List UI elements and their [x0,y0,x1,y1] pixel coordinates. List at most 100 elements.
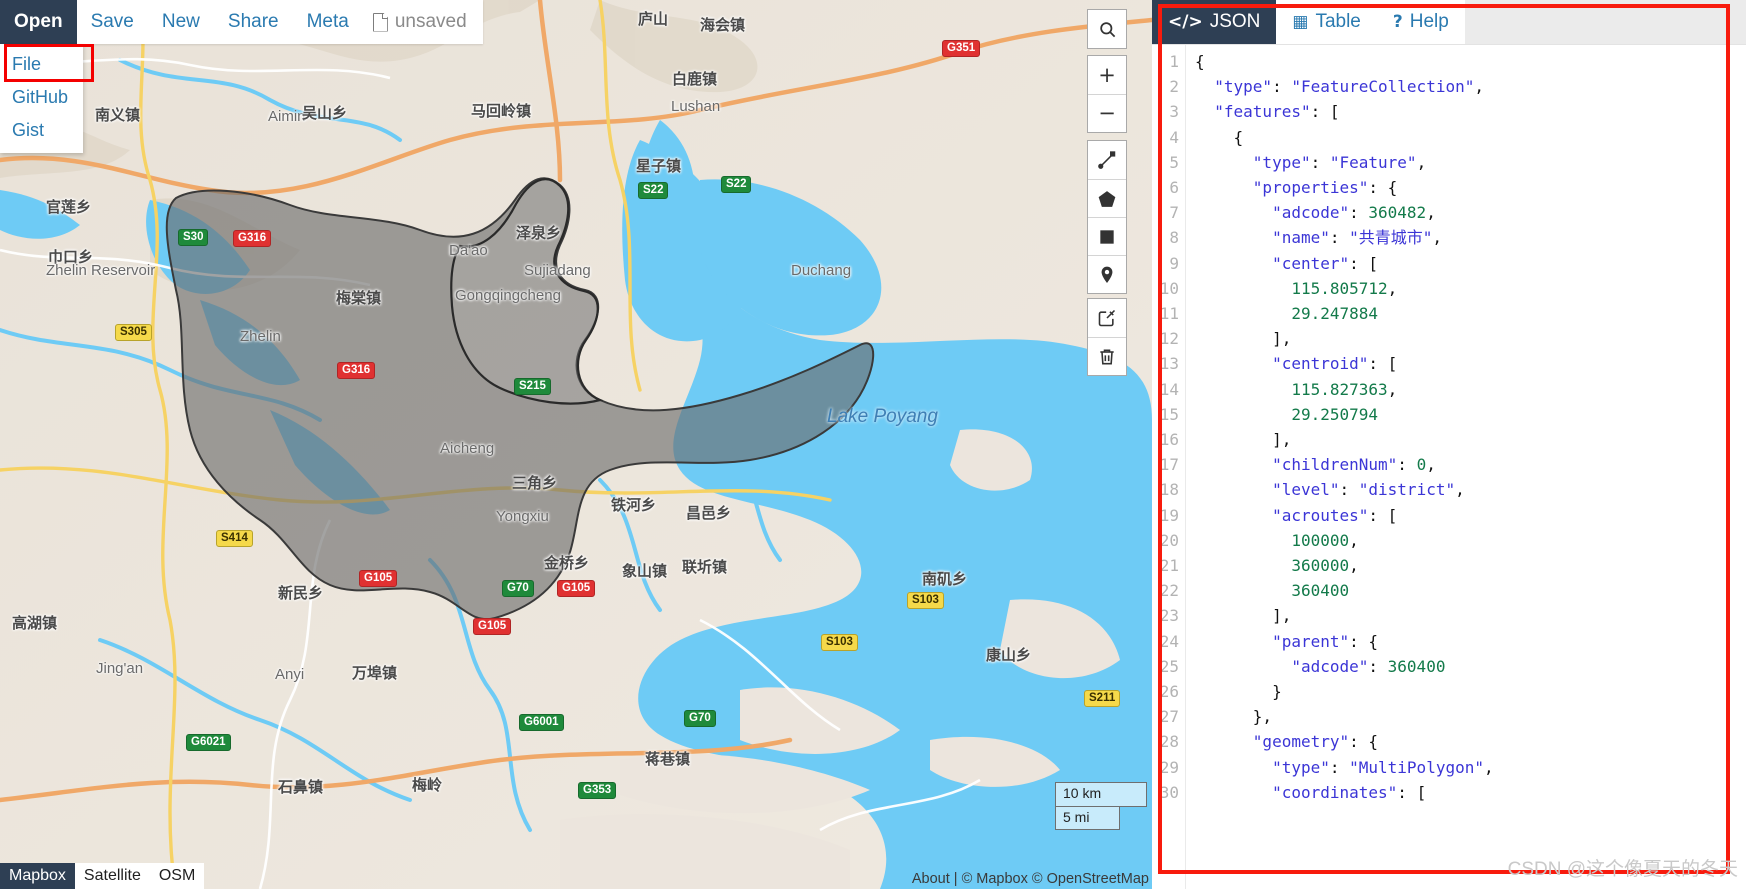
map-scale-bar: 10 km 5 mi [1055,782,1147,830]
code-line[interactable]: ], [1195,603,1746,628]
menu-item-new[interactable]: New [148,0,214,44]
map-edit-control[interactable] [1087,298,1127,376]
code-token: "properties" [1252,178,1369,198]
code-token: "centroid" [1272,354,1369,374]
map-attribution: About | © Mapbox © OpenStreetMap [912,871,1152,887]
map-zoom-control[interactable]: + − [1087,55,1127,133]
edit-icon[interactable] [1088,299,1126,337]
line-number: 11 [1159,304,1179,324]
code-line[interactable]: ], [1195,326,1746,351]
code-token: "childrenNum" [1272,455,1398,475]
line-icon[interactable] [1088,141,1126,179]
tab-json[interactable]: </> JSON [1152,0,1277,44]
json-editor[interactable]: 1 2 3 4 5 6 7 8 9 10 11 12 13 14 15 16 17 18 19 20 21 22 23 24 2… [1152,45,1746,889]
attribution-mapbox[interactable]: © Mapbox [962,871,1028,887]
code-token: 0 [1416,455,1427,475]
line-number: 22 [1159,581,1179,601]
code-token: "type" [1214,77,1273,97]
code-line[interactable]: 115.805712, [1195,276,1746,301]
code-icon: </> [1168,12,1203,32]
code-line[interactable]: "center": [ [1195,251,1746,276]
line-number: 19 [1159,505,1179,525]
code-token: 360000 [1291,556,1350,576]
code-line[interactable]: 360000, [1195,553,1746,578]
code-line[interactable]: "parent": { [1195,629,1746,654]
editor-code[interactable]: { "type": "FeatureCollection", "features… [1186,45,1746,889]
search-icon[interactable] [1088,10,1126,48]
line-number: 23 [1159,606,1179,626]
open-menu-item-gist[interactable]: Gist [0,114,83,147]
code-token: : [ [1368,354,1398,374]
rectangle-icon[interactable] [1088,217,1126,255]
attribution-osm[interactable]: © OpenStreetMap [1032,871,1149,887]
basemap-switcher[interactable]: Mapbox Satellite OSM [0,863,205,889]
code-line[interactable]: "type": "MultiPolygon", [1195,755,1746,780]
basemap-osm[interactable]: OSM [150,863,204,889]
code-line[interactable]: "type": "FeatureCollection", [1195,74,1746,99]
code-line[interactable]: "level": "district", [1195,477,1746,502]
zoom-in-button[interactable]: + [1088,56,1126,94]
code-line[interactable]: "adcode": 360400 [1195,654,1746,679]
code-token: : [1329,757,1350,777]
line-number: 21 [1159,556,1179,576]
attribution-separator: | [953,871,958,887]
code-line[interactable]: "properties": { [1195,175,1746,200]
polygon-icon[interactable] [1088,179,1126,217]
attribution-about[interactable]: About [912,871,950,887]
open-menu-item-file[interactable]: File [0,48,83,81]
code-line[interactable]: "adcode": 360482, [1195,200,1746,225]
code-line[interactable]: 29.247884 [1195,301,1746,326]
basemap-mapbox[interactable]: Mapbox [0,863,75,889]
code-token: : [1368,656,1388,676]
tab-table[interactable]: ▦ Table [1276,0,1376,44]
zoom-out-button[interactable]: − [1088,94,1126,132]
line-number: 1 [1169,52,1179,71]
code-line[interactable]: "centroid": [ [1195,351,1746,376]
code-line[interactable]: "name": "共青城市", [1195,225,1746,250]
tab-help[interactable]: ? Help [1377,0,1465,44]
map-draw-control[interactable] [1087,140,1127,294]
code-token: "district" [1358,480,1456,500]
code-line[interactable]: { [1195,125,1746,150]
code-line[interactable]: ], [1195,427,1746,452]
code-line[interactable]: "type": "Feature", [1195,150,1746,175]
code-line[interactable]: { [1195,49,1746,74]
open-dropdown-menu[interactable]: File GitHub Gist [0,44,83,154]
code-line[interactable]: "childrenNum": 0, [1195,452,1746,477]
code-line[interactable]: "acroutes": [ [1195,503,1746,528]
menu-item-open[interactable]: Open [0,0,77,44]
trash-icon[interactable] [1088,337,1126,375]
map-pane[interactable]: 庐山 海会镇 白鹿镇 Lushan 南义镇 Aimin 吴山乡 马回岭镇 星子镇 官莲乡 巾口乡 泽泉… [0,0,1152,889]
menu-item-meta[interactable]: Meta [293,0,363,44]
code-token: : [1339,480,1359,500]
code-line[interactable]: }, [1195,704,1746,729]
code-token: "adcode" [1272,203,1350,223]
code-token: "FeatureCollection" [1291,77,1475,97]
menu-item-save[interactable]: Save [77,0,148,44]
code-token: { [1195,127,1244,147]
map-canvas[interactable] [0,0,1152,889]
code-line[interactable]: "features": [ [1195,99,1746,124]
open-menu-item-github[interactable]: GitHub [0,81,83,114]
code-line[interactable]: 360400 [1195,578,1746,603]
marker-icon[interactable] [1088,255,1126,293]
code-token: , [1387,379,1398,399]
basemap-satellite[interactable]: Satellite [75,863,150,889]
code-token: 29.247884 [1291,304,1379,324]
code-line[interactable]: 115.827363, [1195,377,1746,402]
code-line[interactable]: "geometry": { [1195,729,1746,754]
map-search-control[interactable] [1087,9,1127,49]
code-line[interactable]: } [1195,679,1746,704]
line-number: 25 [1159,656,1179,676]
code-line[interactable]: 100000, [1195,528,1746,553]
menu-item-share[interactable]: Share [214,0,293,44]
code-token: : [1310,152,1330,172]
code-line[interactable]: "coordinates": [ [1195,780,1746,805]
code-line[interactable]: 29.250794 [1195,402,1746,427]
code-token: : [ [1310,102,1340,122]
